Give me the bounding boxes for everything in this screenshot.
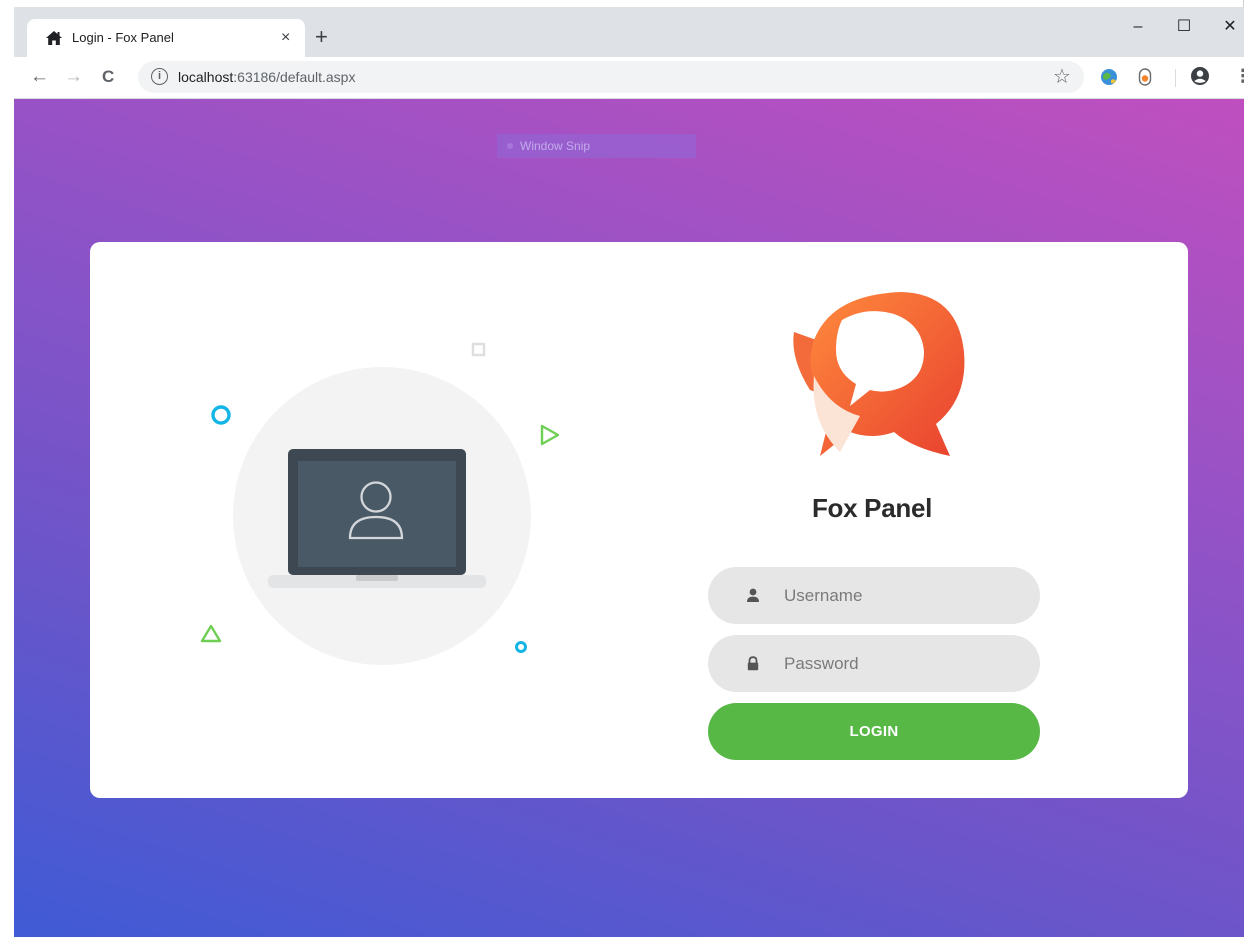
window-snip-overlay[interactable]: Window Snip (497, 134, 696, 158)
tab-strip: Login - Fox Panel × + – ☐ ✕ (14, 7, 1244, 57)
toolbar-separator (1175, 69, 1176, 87)
browser-menu-icon[interactable]: ⋮ (1234, 65, 1244, 87)
user-icon (747, 588, 759, 602)
tab-title: Login - Fox Panel (72, 30, 174, 45)
url-host: localhost (178, 69, 234, 85)
close-window-icon[interactable]: ✕ (1210, 17, 1244, 37)
tab-close-icon[interactable]: × (281, 28, 290, 48)
fox-logo-icon (793, 292, 965, 456)
browser-toolbar: ← → C i localhost:63186/default.aspx ☆ ⋮ (14, 57, 1244, 99)
forward-icon[interactable]: → (64, 66, 83, 88)
login-button[interactable]: LOGIN (708, 703, 1040, 760)
square-decoration-icon (471, 342, 486, 357)
profile-icon[interactable] (1190, 66, 1210, 86)
password-input[interactable] (784, 635, 1024, 692)
tab-login[interactable]: Login - Fox Panel × (27, 19, 305, 57)
back-icon[interactable]: ← (30, 66, 49, 88)
play-triangle-decoration-icon (540, 424, 560, 446)
login-card: Fox Panel LOGIN (90, 242, 1188, 798)
address-bar[interactable]: i localhost:63186/default.aspx ☆ (138, 61, 1084, 93)
browser-window: Login - Fox Panel × + – ☐ ✕ ← → C i loca… (0, 0, 1244, 937)
circle-decoration-icon (211, 405, 231, 425)
login-illustration (90, 242, 650, 798)
laptop-icon (268, 449, 486, 588)
reload-icon[interactable]: C (102, 66, 114, 88)
url-text[interactable]: localhost:63186/default.aspx (178, 68, 355, 86)
lock-icon (747, 656, 759, 671)
brand-title: Fox Panel (811, 493, 933, 523)
password-field[interactable] (708, 635, 1040, 692)
triangle-decoration-icon (200, 624, 222, 643)
extension-mouse-icon[interactable] (1134, 66, 1156, 88)
username-input[interactable] (784, 567, 1024, 624)
page-viewport: Window Snip Fox Panel Username LOGIN (14, 99, 1244, 937)
info-icon[interactable]: i (151, 68, 168, 85)
small-circle-decoration-icon (515, 641, 527, 653)
snip-label: Window Snip (520, 139, 591, 153)
bookmark-star-icon[interactable]: ☆ (1053, 65, 1071, 89)
new-tab-icon[interactable]: + (315, 25, 328, 49)
url-path: :63186/default.aspx (233, 69, 356, 85)
username-field[interactable] (708, 567, 1040, 624)
home-icon (46, 31, 62, 45)
maximize-icon[interactable]: ☐ (1164, 17, 1204, 37)
extension-earth-icon[interactable] (1098, 66, 1120, 88)
snip-record-icon (507, 143, 513, 149)
minimize-icon[interactable]: – (1118, 17, 1158, 37)
